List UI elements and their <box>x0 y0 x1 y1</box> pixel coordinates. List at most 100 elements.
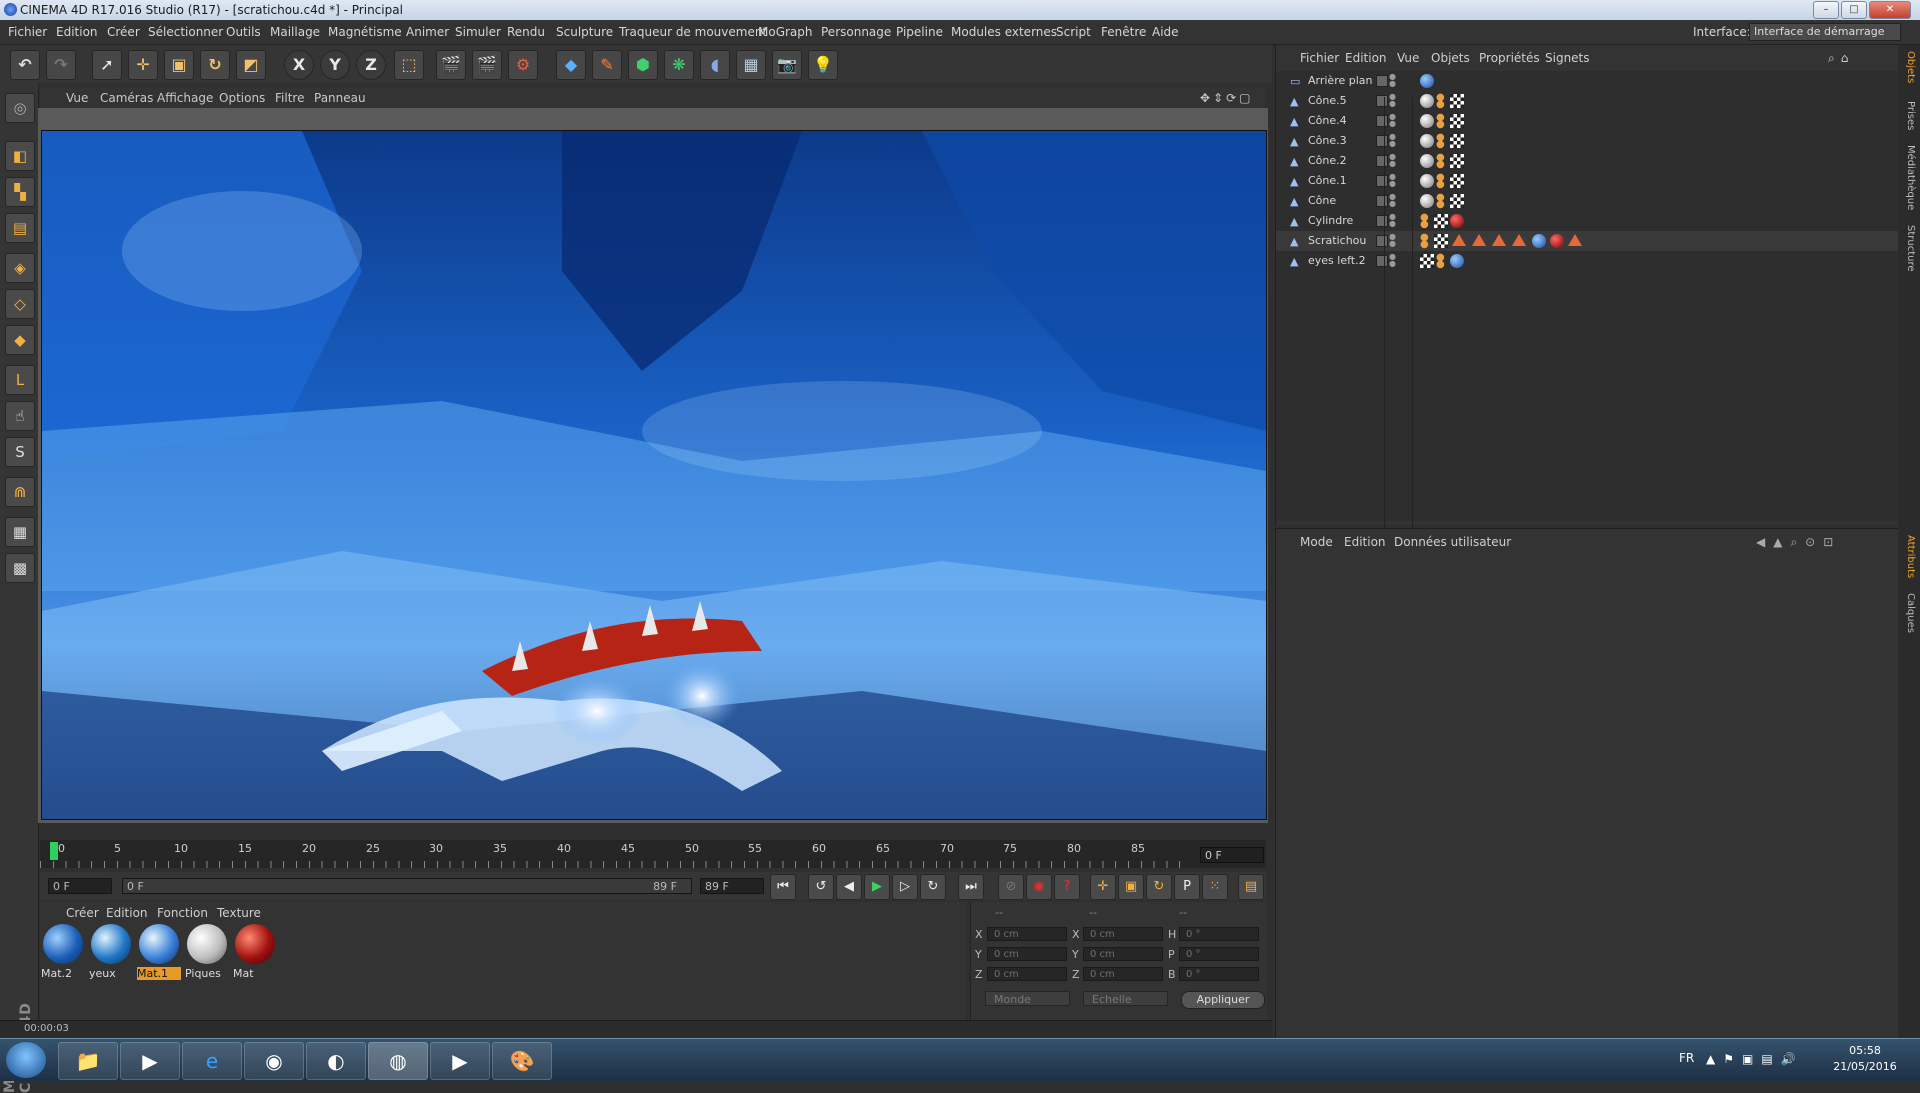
material-tag-icon[interactable] <box>1420 194 1434 208</box>
material-tag-icon[interactable] <box>1532 234 1546 248</box>
object-row[interactable]: ▲ Cône.1 ● ● ● ● <box>1276 171 1899 191</box>
phong-tag-icon[interactable]: ● ● <box>1436 173 1450 190</box>
selection-tag-icon[interactable] <box>1512 234 1526 246</box>
object-row[interactable]: ▲ Cylindre ● ● ● ● <box>1276 211 1899 231</box>
visibility-dots[interactable]: ● ● <box>1389 253 1396 268</box>
spline-pen-icon[interactable]: ✎ <box>592 50 622 80</box>
objmgr-menu-edition[interactable]: Edition <box>1345 51 1387 65</box>
viewport-menu-filtre[interactable]: Filtre <box>275 91 304 105</box>
tab-mediatheque[interactable]: Médiathèque <box>1900 145 1916 210</box>
position-x-field[interactable]: 0 cm <box>987 927 1067 941</box>
tab-attributs[interactable]: Attributs <box>1900 535 1916 578</box>
model-mode-icon[interactable]: ◧ <box>5 141 35 171</box>
menu-traqueur[interactable]: Traqueur de mouvement <box>619 25 767 39</box>
objmgr-search-home-icons[interactable]: ⌕⌂ <box>1828 51 1854 66</box>
cube-object-icon[interactable]: ◆ <box>556 50 586 80</box>
object-row[interactable]: ▲ Cône.3 ● ● ● ● <box>1276 131 1899 151</box>
recent-tool-icon[interactable]: ◩ <box>236 50 266 80</box>
menu-fichier[interactable]: Fichier <box>8 25 47 39</box>
lock-workplane-icon[interactable]: ▦ <box>5 517 35 547</box>
3d-viewport[interactable] <box>41 130 1267 820</box>
cinema4d-taskbar-icon[interactable]: ◍ <box>368 1042 428 1080</box>
size-x-field[interactable]: 0 cm <box>1083 927 1163 941</box>
material-swatch[interactable]: yeux <box>89 924 133 984</box>
light-icon[interactable]: 💡 <box>808 50 838 80</box>
selection-tag-icon[interactable] <box>1472 234 1486 246</box>
record-parameter-icon[interactable]: P <box>1174 874 1200 900</box>
material-menu-edition[interactable]: Edition <box>106 906 148 920</box>
magnet-icon[interactable]: ⋒ <box>5 477 35 507</box>
object-layer-checkbox[interactable] <box>1376 255 1388 267</box>
texture-tag-icon[interactable] <box>1450 174 1464 188</box>
object-row[interactable]: ▲ Cône.5 ● ● ● ● <box>1276 91 1899 111</box>
subdivision-surface-icon[interactable]: ⬢ <box>628 50 658 80</box>
size-y-field[interactable]: 0 cm <box>1083 947 1163 961</box>
internet-explorer-icon[interactable]: e <box>182 1042 242 1080</box>
cloner-icon[interactable]: ❋ <box>664 50 694 80</box>
minimize-button[interactable]: – <box>1813 1 1839 19</box>
apply-button[interactable]: Appliquer <box>1181 991 1265 1009</box>
material-tag-icon[interactable] <box>1420 134 1434 148</box>
objmgr-menu-proprietes[interactable]: Propriétés <box>1479 51 1540 65</box>
go-to-start-icon[interactable]: ⏮ <box>770 874 796 900</box>
redo-icon[interactable]: ↷ <box>46 50 76 80</box>
record-active-objects-icon[interactable]: ⊘ <box>998 874 1024 900</box>
object-row[interactable]: ▲ eyes left.2 ● ● ● ● <box>1276 251 1899 271</box>
menu-selectionner[interactable]: Sélectionner <box>148 25 223 39</box>
render-settings-icon[interactable]: ⚙ <box>508 50 538 80</box>
clock-date[interactable]: 21/05/2016 <box>1825 1060 1905 1073</box>
go-to-end-icon[interactable]: ⏭ <box>958 874 984 900</box>
start-button[interactable] <box>6 1042 46 1078</box>
rotation-h-field[interactable]: 0 ° <box>1179 927 1259 941</box>
workplane-icon[interactable]: ▤ <box>5 213 35 243</box>
camera-icon[interactable]: 📷 <box>772 50 802 80</box>
record-point-level-icon[interactable]: ⁙ <box>1202 874 1228 900</box>
menu-creer[interactable]: Créer <box>107 25 140 39</box>
rotate-tool-icon[interactable]: ↻ <box>200 50 230 80</box>
record-rotation-icon[interactable]: ↻ <box>1146 874 1172 900</box>
render-view-icon[interactable]: 🎬 <box>436 50 466 80</box>
attr-menu-mode[interactable]: Mode <box>1300 535 1333 549</box>
close-button[interactable]: ✕ <box>1869 1 1911 19</box>
material-swatch[interactable]: Mat.2 <box>41 924 85 984</box>
menu-simuler[interactable]: Simuler <box>455 25 501 39</box>
object-layer-checkbox[interactable] <box>1376 115 1388 127</box>
tweak-mode-icon[interactable]: ☝ <box>5 401 35 431</box>
texture-tag-icon[interactable] <box>1450 134 1464 148</box>
end-frame-field[interactable]: 89 F <box>700 878 764 894</box>
paint-icon[interactable]: 🎨 <box>492 1042 552 1080</box>
viewport-menu-vue[interactable]: Vue <box>66 91 88 105</box>
visibility-dots[interactable]: ● ● <box>1389 113 1396 128</box>
tab-prises[interactable]: Prises <box>1900 101 1916 130</box>
record-scale-icon[interactable]: ▣ <box>1118 874 1144 900</box>
material-swatch[interactable]: Mat <box>233 924 277 984</box>
material-tag-icon[interactable] <box>1450 254 1464 268</box>
autokeying-icon[interactable]: ◉ <box>1026 874 1052 900</box>
material-swatch-selected[interactable]: Mat.1 <box>137 924 181 984</box>
objmgr-menu-fichier[interactable]: Fichier <box>1300 51 1339 65</box>
rotation-p-field[interactable]: 0 ° <box>1179 947 1259 961</box>
position-z-field[interactable]: 0 cm <box>987 967 1067 981</box>
previous-frame-icon[interactable]: ◀ <box>836 874 862 900</box>
viewport-menu-cameras[interactable]: Caméras <box>100 91 153 105</box>
record-position-icon[interactable]: ✛ <box>1090 874 1116 900</box>
texture-tag-icon[interactable] <box>1434 214 1448 228</box>
coordinate-system-icon[interactable]: ⬚ <box>394 50 424 80</box>
timeline-window-icon[interactable]: ▤ <box>1238 874 1264 900</box>
visibility-dots[interactable]: ● ● <box>1389 213 1396 228</box>
material-tag-icon[interactable] <box>1420 154 1434 168</box>
object-layer-checkbox[interactable] <box>1376 75 1388 87</box>
snap-icon[interactable]: S <box>5 437 35 467</box>
axis-x-button[interactable]: X <box>284 50 314 80</box>
attr-nav-icons[interactable]: ◀▲⌕⊙⊡ <box>1756 535 1841 550</box>
material-tag-icon[interactable] <box>1420 174 1434 188</box>
file-explorer-icon[interactable]: 📁 <box>58 1042 118 1080</box>
menu-aide[interactable]: Aide <box>1152 25 1179 39</box>
object-row[interactable]: ▲ Cône ● ● ● ● <box>1276 191 1899 211</box>
keyframe-selection-icon[interactable]: ? <box>1054 874 1080 900</box>
texture-tag-icon[interactable] <box>1450 154 1464 168</box>
menu-mograph[interactable]: MoGraph <box>758 25 813 39</box>
texture-mode-icon[interactable]: ▚ <box>5 177 35 207</box>
menu-script[interactable]: Script <box>1056 25 1091 39</box>
phong-tag-icon[interactable]: ● ● <box>1436 193 1450 210</box>
